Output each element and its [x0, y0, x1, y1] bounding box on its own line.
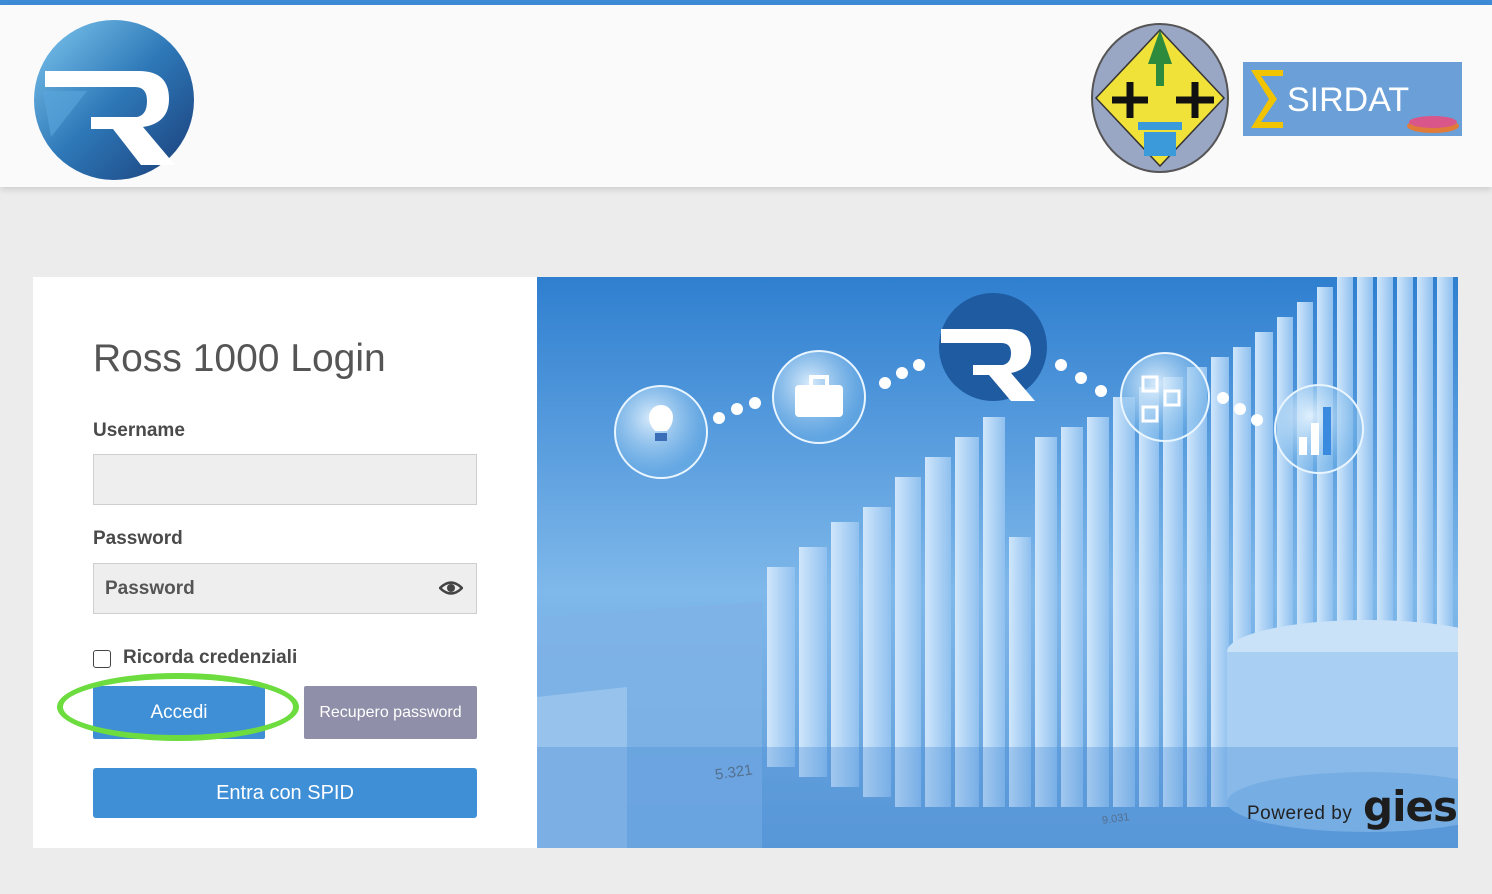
- username-input[interactable]: [93, 454, 477, 505]
- login-panel: Ross 1000 Login Username Password Ricord…: [33, 277, 537, 848]
- ross-logo-icon: [34, 20, 194, 180]
- remember-checkbox[interactable]: [93, 650, 111, 668]
- banner-illustration: [537, 277, 1458, 848]
- password-input[interactable]: [93, 563, 477, 614]
- page-title: Ross 1000 Login: [93, 337, 386, 380]
- banner-image: 5.321 9.031 Powered by gies: [537, 277, 1458, 848]
- password-label: Password: [93, 528, 183, 549]
- sirdat-text: SIRDAT: [1287, 81, 1409, 119]
- regione-calabria-emblem-icon: [1091, 23, 1229, 173]
- powered-by-text: Powered by: [1247, 803, 1353, 824]
- eye-icon[interactable]: [439, 577, 463, 599]
- recupero-password-button[interactable]: Recupero password: [304, 686, 477, 739]
- accedi-button[interactable]: Accedi: [93, 686, 265, 739]
- gies-logo: gies: [1363, 782, 1458, 831]
- spid-login-button[interactable]: Entra con SPID: [93, 768, 477, 818]
- username-label: Username: [93, 420, 185, 441]
- page-header: SIRDAT: [0, 5, 1492, 187]
- sirdat-logo: SIRDAT: [1243, 62, 1462, 136]
- remember-label: Ricorda credenziali: [123, 647, 298, 668]
